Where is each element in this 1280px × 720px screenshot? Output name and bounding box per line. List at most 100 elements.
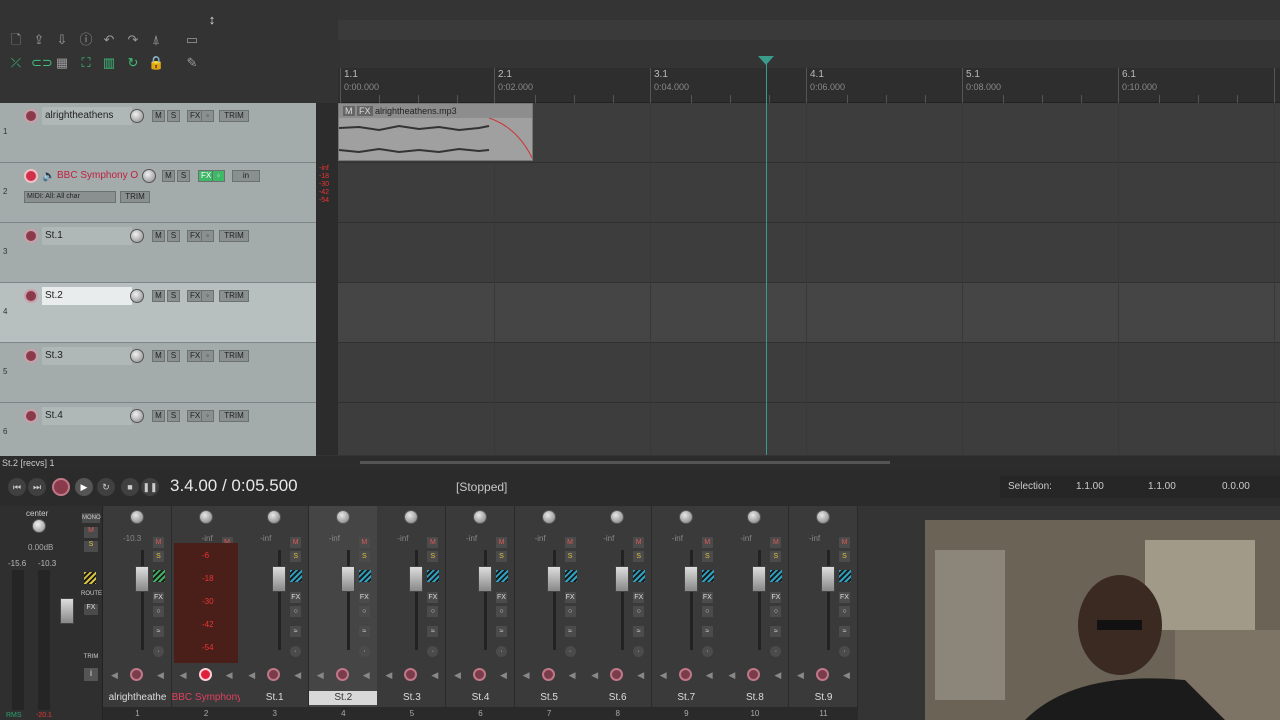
envelope-icon[interactable]: ≈	[153, 626, 164, 637]
strip-solo-button[interactable]: S	[427, 551, 439, 562]
phase-icon[interactable]: ◀	[363, 670, 370, 681]
mixer-strip[interactable]: -inf M S FX ○ ≈ · ◀ ◀ St.1 3	[240, 506, 310, 720]
strip-record-arm[interactable]	[130, 668, 143, 681]
io-icon[interactable]: ·	[153, 646, 164, 657]
strip-mute-button[interactable]: M	[564, 537, 576, 548]
strip-record-arm[interactable]	[267, 668, 281, 681]
mixer-strip[interactable]: -inf M S FX ○ ≈ · ◀ ◀ St.7 9	[651, 506, 721, 720]
strip-record-arm[interactable]	[747, 668, 761, 681]
track-lane[interactable]	[338, 283, 1280, 343]
pause-button[interactable]: ❚❚	[141, 478, 159, 496]
midi-input-select[interactable]: MIDI: All: All char	[24, 191, 116, 203]
pan-knob[interactable]	[816, 510, 830, 524]
strip-name[interactable]: St.6	[583, 691, 652, 705]
strip-name[interactable]: St.4	[446, 691, 515, 705]
scrollbar-thumb[interactable]	[360, 461, 890, 464]
solo-button[interactable]: S	[167, 290, 180, 302]
fx-bypass-icon[interactable]: ○	[290, 606, 302, 617]
volume-knob[interactable]	[130, 109, 144, 123]
eq-icon[interactable]	[358, 570, 371, 582]
trim-button[interactable]: TRIM	[219, 230, 249, 242]
speaker-icon[interactable]: ◀	[248, 670, 255, 681]
solo-button[interactable]: S	[167, 350, 180, 362]
strip-mute-button[interactable]: M	[153, 537, 164, 548]
strip-fx-button[interactable]: FX	[564, 592, 576, 603]
fx-bypass-icon[interactable]: ○	[564, 606, 576, 617]
volume-fader[interactable]	[546, 566, 561, 592]
track-lane[interactable]	[338, 403, 1280, 455]
envelope-lock-icon[interactable]: ⛶	[78, 55, 94, 71]
record-arm-button[interactable]	[24, 229, 38, 243]
open-project-icon[interactable]: ⇪	[31, 32, 47, 48]
mute-button[interactable]: M	[152, 110, 165, 122]
strip-solo-button[interactable]: S	[153, 551, 164, 562]
strip-solo-button[interactable]: S	[290, 551, 302, 562]
speaker-icon[interactable]: ◀	[454, 670, 461, 681]
mute-button[interactable]: M	[152, 290, 165, 302]
phase-icon[interactable]: ◀	[637, 670, 644, 681]
io-icon[interactable]: ·	[770, 646, 782, 657]
track-lane[interactable]	[338, 223, 1280, 283]
fx-bypass-icon[interactable]: ○	[427, 606, 439, 617]
master-fx-button[interactable]: FX	[84, 604, 98, 615]
strip-name[interactable]: alrightheathe	[103, 691, 172, 705]
project-settings-icon[interactable]: ⓘ	[78, 32, 94, 48]
record-arm-button[interactable]	[24, 109, 38, 123]
speaker-icon[interactable]: ◀	[591, 670, 598, 681]
media-item[interactable]: M FX alrightheathens.mp3	[338, 103, 533, 161]
phase-icon[interactable]: ◀	[226, 670, 233, 681]
master-mono-button[interactable]: MONO	[82, 513, 101, 523]
track-header[interactable]: 6 St.4 M S FX ◦ TRIM	[0, 403, 316, 463]
strip-name[interactable]: St.2	[308, 691, 378, 705]
track-name[interactable]: St.1	[42, 227, 132, 245]
pan-knob[interactable]	[541, 510, 556, 524]
trim-button[interactable]: TRIM	[120, 191, 150, 203]
speaker-icon[interactable]: ◀	[728, 670, 735, 681]
repeat-button[interactable]: ↻	[97, 478, 115, 496]
fx-bypass-icon[interactable]: ○	[770, 606, 782, 617]
item-fx-button[interactable]: FX	[357, 106, 373, 116]
undo-icon[interactable]: ↶	[101, 32, 117, 48]
trim-button[interactable]: TRIM	[219, 350, 249, 362]
master-eq-icon[interactable]	[84, 572, 96, 584]
eq-icon[interactable]	[633, 570, 646, 582]
mute-button[interactable]: M	[152, 350, 165, 362]
envelope-icon[interactable]: ≈	[496, 626, 507, 637]
strip-fx-button[interactable]: FX	[496, 592, 507, 603]
strip-name[interactable]: BBC Symphony Orches	[172, 691, 241, 705]
metronome-icon[interactable]: ⍋	[148, 32, 164, 48]
strip-mute-button[interactable]: M	[358, 537, 370, 548]
fx-bypass-icon[interactable]: ○	[153, 606, 164, 617]
io-icon[interactable]: ·	[427, 646, 439, 657]
grid-window-icon[interactable]: ▭	[184, 32, 200, 48]
track-header[interactable]: 5 St.3 M S FX ◦ TRIM	[0, 343, 316, 403]
trim-button[interactable]: TRIM	[219, 290, 249, 302]
fx-bypass-icon[interactable]: ◦	[201, 110, 214, 122]
strip-solo-button[interactable]: S	[496, 551, 507, 562]
phase-icon[interactable]: ◀	[843, 670, 850, 681]
strip-mute-button[interactable]: M	[770, 537, 782, 548]
phase-icon[interactable]: ◀	[706, 670, 713, 681]
strip-record-arm[interactable]	[404, 668, 418, 681]
mixer-strip[interactable]: -inf M S FX ○ ≈ · ◀ ◀ St.3 5	[377, 506, 447, 720]
master-trim-button[interactable]: TRIM	[81, 654, 101, 663]
strip-name[interactable]: St.3	[377, 691, 446, 705]
strip-solo-button[interactable]: S	[839, 551, 850, 562]
phase-icon[interactable]: ◀	[500, 670, 507, 681]
pan-knob[interactable]	[130, 510, 144, 524]
volume-fader[interactable]	[478, 566, 492, 592]
io-icon[interactable]: ·	[839, 646, 850, 657]
grid-snap-icon[interactable]: ▦	[54, 55, 70, 71]
strip-mute-button[interactable]: M	[427, 537, 439, 548]
strip-fx-button[interactable]: FX	[427, 592, 439, 603]
mixer-strip[interactable]: -inf M S FX ○ ≈ · ◀ ◀ St.8 10	[720, 506, 790, 720]
grid-lines-icon[interactable]: ▥	[101, 55, 117, 71]
strip-fx-button[interactable]: FX	[701, 592, 713, 603]
io-icon[interactable]: ·	[496, 646, 507, 657]
strip-fx-button[interactable]: FX	[839, 592, 850, 603]
solo-button[interactable]: S	[177, 170, 190, 182]
pan-knob[interactable]	[610, 510, 625, 524]
master-pan-knob[interactable]	[32, 519, 46, 533]
volume-knob[interactable]	[130, 409, 144, 423]
new-project-icon[interactable]: 🗋	[8, 32, 24, 48]
